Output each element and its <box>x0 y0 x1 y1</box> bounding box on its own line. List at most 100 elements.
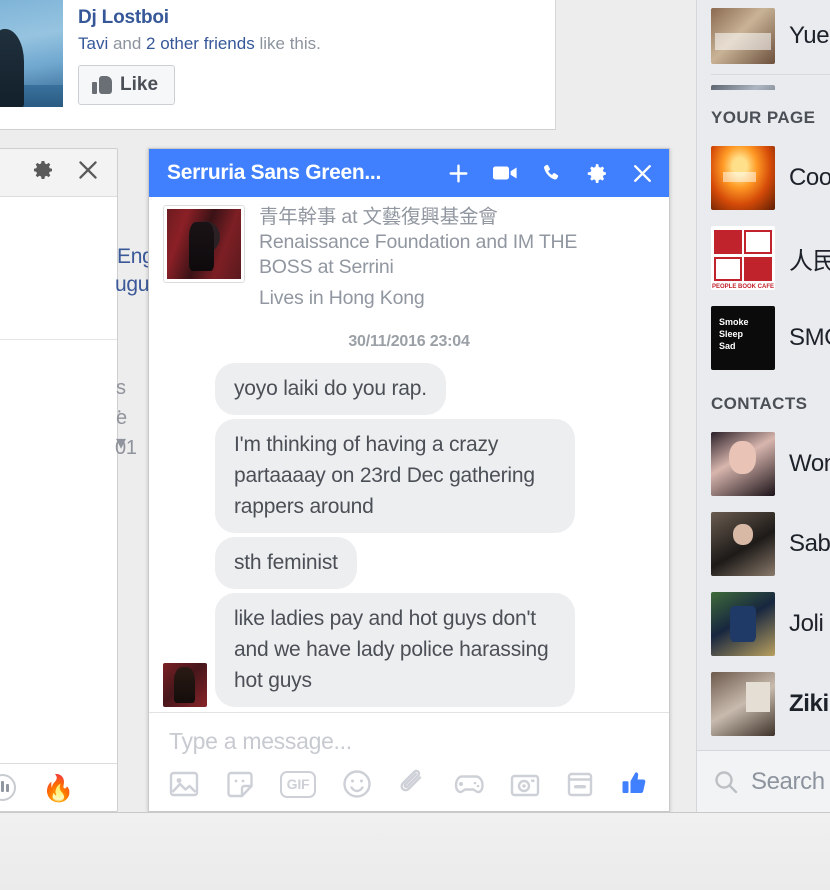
message-bubble[interactable]: sth feminist <box>215 537 357 589</box>
contact-avatar <box>711 432 775 496</box>
contact-item-ziki[interactable]: Ziki <box>697 664 830 744</box>
liker-name[interactable]: Tavi <box>78 34 108 53</box>
message-list: yoyo laiki do you rap. I'm thinking of h… <box>149 363 669 707</box>
chat-title[interactable]: Serruria Sans Green... <box>167 161 446 185</box>
poll-icon[interactable] <box>0 774 16 801</box>
page-item-label: 人民 <box>789 247 830 275</box>
payment-icon[interactable] <box>566 770 594 798</box>
contact-item-joli[interactable]: Joli <box>697 584 830 664</box>
contact-avatar <box>711 592 775 656</box>
left-window-body: Eng ugu s · e ▾ 01 <box>0 197 154 763</box>
contact-item-label: Won <box>789 450 830 477</box>
screen: Dj Lostboi Tavi and 2 other friends like… <box>0 0 830 890</box>
profile-details: 青年幹事 at 文藝復興基金會 Renaissance Foundation a… <box>259 205 651 311</box>
contact-avatar <box>711 672 775 736</box>
message-bubble[interactable]: yoyo laiki do you rap. <box>215 363 446 415</box>
thumbs-up-icon[interactable] <box>619 769 649 799</box>
message-sender-avatar[interactable] <box>163 663 207 707</box>
contacts-search-bar[interactable]: Search <box>697 750 830 812</box>
page-thumbnail: PEOPLE BOOK CAFE <box>711 226 775 290</box>
emoji-icon[interactable] <box>342 769 372 799</box>
search-icon <box>713 769 739 795</box>
page-thumbnail <box>711 146 775 210</box>
left-window-footer: 🔥 <box>0 763 117 811</box>
other-friends-link[interactable]: 2 other friends <box>146 34 255 53</box>
profile-work-line-3: BOSS at Serrini <box>259 256 394 278</box>
attachment-icon[interactable] <box>397 769 427 799</box>
rail-thumbnail <box>711 8 775 64</box>
contact-item-won[interactable]: Won <box>697 424 830 504</box>
message-avatar-spacer <box>163 489 207 533</box>
close-icon[interactable] <box>630 161 655 186</box>
like-button-label: Like <box>120 74 159 95</box>
close-icon[interactable] <box>75 157 101 188</box>
message-row: I'm thinking of having a crazy partaaaay… <box>163 419 651 533</box>
message-row: like ladies pay and hot guys don't and w… <box>163 593 651 707</box>
page-item-label: SMO <box>789 324 830 351</box>
contacts-heading: CONTACTS <box>711 394 808 413</box>
chat-message-scroll-area[interactable]: 青年幹事 at 文藝復興基金會 Renaissance Foundation a… <box>149 197 669 712</box>
messenger-chat-window: Serruria Sans Green... 青年幹事 at 文藝復興基金會 R… <box>148 148 670 812</box>
search-input[interactable]: Search <box>751 768 825 796</box>
photo-icon[interactable] <box>169 770 199 798</box>
gear-icon[interactable] <box>31 158 55 187</box>
feed-post: Dj Lostboi Tavi and 2 other friends like… <box>0 0 556 130</box>
like-button[interactable]: Like <box>78 65 176 105</box>
likes-suffix: like this. <box>254 34 321 53</box>
contact-item-label: Ziki <box>789 690 829 717</box>
message-avatar-spacer <box>163 371 207 415</box>
contact-item-label: Joli <box>789 610 824 637</box>
message-avatar-spacer <box>163 545 207 589</box>
camera-icon[interactable] <box>510 771 540 798</box>
message-date-divider: 30/11/2016 23:04 <box>348 333 470 350</box>
page-item-cooking[interactable]: Coo <box>697 138 830 218</box>
message-bubble[interactable]: I'm thinking of having a crazy partaaaay… <box>215 419 575 533</box>
left-chat-window: Eng ugu s · e ▾ 01 🔥 <box>0 148 154 812</box>
page-item-people-book-cafe[interactable]: PEOPLE BOOK CAFE 人民 <box>697 218 830 298</box>
compose-toolbar: GIF <box>165 769 653 799</box>
rail-divider <box>711 74 830 75</box>
message-row: sth feminist <box>163 537 651 589</box>
thumbs-up-icon <box>92 76 112 94</box>
message-bubble[interactable]: like ladies pay and hot guys don't and w… <box>215 593 575 707</box>
post-likes-text: Tavi and 2 other friends like this. <box>78 31 538 56</box>
message-input[interactable]: Type a message... <box>165 726 653 769</box>
contact-item-sab[interactable]: Sab <box>697 504 830 584</box>
left-fragment-5: 01 <box>115 437 137 459</box>
right-sidebar: Yue The YOUR PAGE Coo PEOPLE BOOK CAFE 人… <box>696 0 830 812</box>
post-photo[interactable] <box>0 0 63 107</box>
page-item-smoke[interactable]: Smoke Sleep Sad SMO <box>697 298 830 378</box>
fire-emoji-icon[interactable]: 🔥 <box>42 775 74 801</box>
sticker-icon[interactable] <box>225 770 255 799</box>
phone-call-icon[interactable] <box>540 162 563 185</box>
contact-item-label: Sab <box>789 530 830 557</box>
feed-post-body: Dj Lostboi Tavi and 2 other friends like… <box>78 6 538 105</box>
rail-item-label: Yue <box>789 22 830 49</box>
gif-icon[interactable]: GIF <box>280 770 316 798</box>
chat-compose-area: Type a message... GIF <box>149 712 669 811</box>
contact-avatar <box>711 512 775 576</box>
likes-and: and <box>108 34 147 53</box>
rail-overlay-panel: YOUR PAGE Coo PEOPLE BOOK CAFE 人民 Smoke … <box>697 90 830 812</box>
left-fragment-2: ugu <box>115 273 150 296</box>
page-thumbnail: Smoke Sleep Sad <box>711 306 775 370</box>
profile-work-line-2: Renaissance Foundation and IM THE <box>259 231 578 253</box>
profile-work-line-1: 青年幹事 at 文藝復興基金會 <box>259 206 498 228</box>
add-person-icon[interactable] <box>446 161 471 186</box>
post-author-name[interactable]: Dj Lostboi <box>78 6 538 30</box>
chat-window-header[interactable]: Serruria Sans Green... <box>149 149 669 197</box>
chat-header-actions <box>446 161 655 186</box>
your-pages-heading: YOUR PAGE <box>711 108 816 127</box>
chat-profile-summary: 青年幹事 at 文藝復興基金會 Renaissance Foundation a… <box>149 197 669 311</box>
profile-thumbnail[interactable] <box>163 205 245 283</box>
games-icon[interactable] <box>453 772 485 796</box>
profile-location: Lives in Hong Kong <box>259 287 425 309</box>
page-background-bottom <box>0 812 830 890</box>
settings-gear-icon[interactable] <box>584 161 609 186</box>
video-call-icon[interactable] <box>492 163 519 183</box>
rail-item-yue[interactable]: Yue <box>697 2 830 70</box>
left-window-header <box>0 149 117 197</box>
left-window-divider <box>0 339 117 340</box>
page-item-label: Coo <box>789 164 830 191</box>
people-thumb-caption: PEOPLE BOOK CAFE <box>711 284 774 290</box>
